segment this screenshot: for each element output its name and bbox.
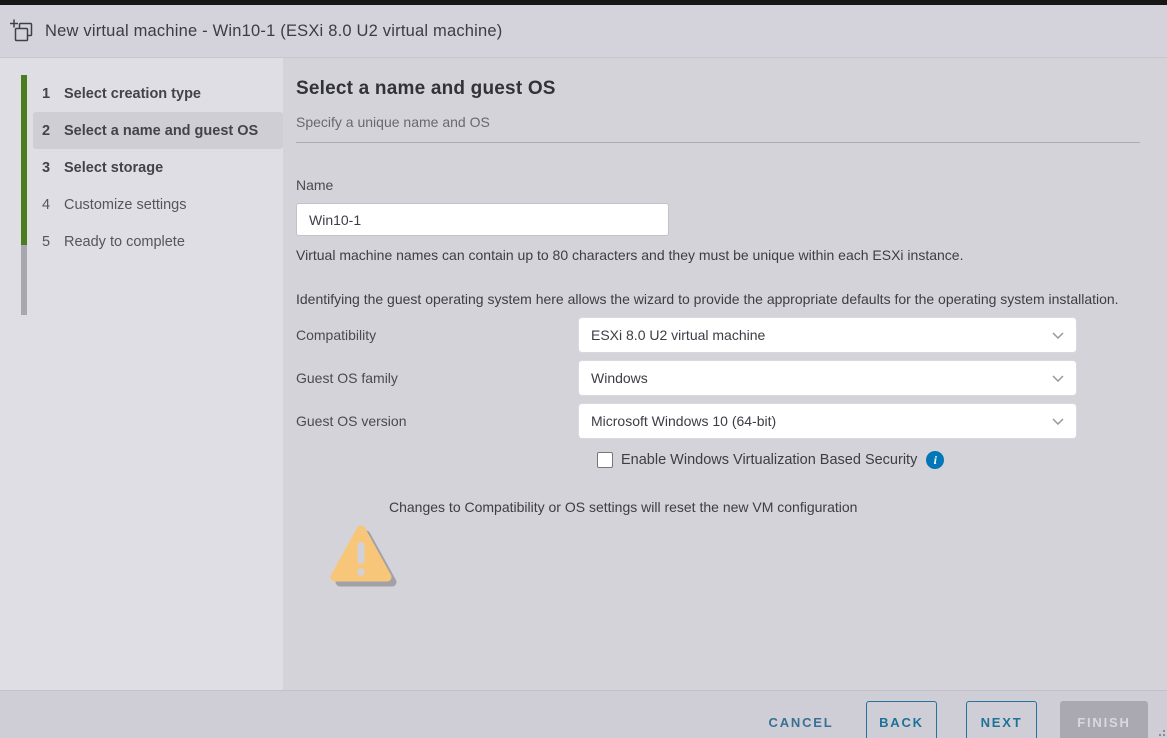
new-vm-icon bbox=[9, 19, 35, 43]
step-label: Select creation type bbox=[64, 86, 201, 102]
chevron-down-icon bbox=[1052, 332, 1064, 339]
step-label: Customize settings bbox=[64, 197, 187, 213]
compatibility-label: Compatibility bbox=[296, 327, 578, 343]
chevron-down-icon bbox=[1052, 375, 1064, 382]
guest-os-version-row: Guest OS version Microsoft Windows 10 (6… bbox=[296, 403, 1140, 439]
step-progress-track bbox=[21, 75, 27, 315]
page-subtitle: Specify a unique name and OS bbox=[296, 114, 1140, 130]
guest-os-version-label: Guest OS version bbox=[296, 413, 578, 429]
wizard-steps-sidebar: 1 Select creation type 2 Select a name a… bbox=[0, 58, 283, 690]
step-select-name-guest-os[interactable]: 2 Select a name and guest OS bbox=[33, 112, 283, 149]
compatibility-select[interactable]: ESXi 8.0 U2 virtual machine bbox=[578, 317, 1077, 353]
info-icon[interactable]: i bbox=[926, 451, 944, 469]
step-number: 4 bbox=[42, 197, 64, 213]
next-button[interactable]: NEXT bbox=[966, 701, 1037, 738]
finish-button: FINISH bbox=[1060, 701, 1148, 738]
compatibility-row: Compatibility ESXi 8.0 U2 virtual machin… bbox=[296, 317, 1140, 353]
chevron-down-icon bbox=[1052, 418, 1064, 425]
step-number: 2 bbox=[42, 123, 64, 139]
guest-os-family-value: Windows bbox=[591, 370, 1052, 386]
step-number: 1 bbox=[42, 86, 64, 102]
step-label: Ready to complete bbox=[64, 234, 185, 250]
guest-os-version-value: Microsoft Windows 10 (64-bit) bbox=[591, 413, 1052, 429]
vm-name-input[interactable] bbox=[296, 203, 669, 236]
guest-os-family-select[interactable]: Windows bbox=[578, 360, 1077, 396]
step-number: 5 bbox=[42, 234, 64, 250]
step-customize-settings: 4 Customize settings bbox=[33, 186, 283, 223]
step-select-creation-type[interactable]: 1 Select creation type bbox=[33, 75, 283, 112]
guest-os-family-row: Guest OS family Windows bbox=[296, 360, 1140, 396]
step-select-storage[interactable]: 3 Select storage bbox=[33, 149, 283, 186]
step-label: Select a name and guest OS bbox=[64, 123, 258, 139]
vbs-checkbox-row: Enable Windows Virtualization Based Secu… bbox=[597, 451, 1140, 469]
step-progress-fill bbox=[21, 75, 27, 245]
page-title: Select a name and guest OS bbox=[296, 78, 1140, 100]
guest-os-family-label: Guest OS family bbox=[296, 370, 578, 386]
step-number: 3 bbox=[42, 160, 64, 176]
back-button[interactable]: BACK bbox=[866, 701, 937, 738]
name-label: Name bbox=[296, 177, 1140, 193]
step-ready-to-complete: 5 Ready to complete bbox=[33, 223, 283, 260]
guest-os-description: Identifying the guest operating system h… bbox=[296, 289, 1126, 310]
cancel-button[interactable]: CANCEL bbox=[756, 701, 846, 738]
divider bbox=[296, 142, 1140, 143]
vbs-checkbox-label: Enable Windows Virtualization Based Secu… bbox=[621, 452, 917, 468]
warning-triangle-icon bbox=[330, 521, 400, 595]
wizard-header: New virtual machine - Win10-1 (ESXi 8.0 … bbox=[0, 5, 1167, 58]
step-label: Select storage bbox=[64, 160, 163, 176]
reset-warning-text: Changes to Compatibility or OS settings … bbox=[389, 499, 1140, 515]
vbs-checkbox[interactable] bbox=[597, 452, 613, 468]
guest-os-version-select[interactable]: Microsoft Windows 10 (64-bit) bbox=[578, 403, 1077, 439]
wizard-main-panel: Select a name and guest OS Specify a uni… bbox=[283, 58, 1167, 690]
wizard-footer: CANCEL BACK NEXT FINISH bbox=[0, 690, 1167, 738]
compatibility-value: ESXi 8.0 U2 virtual machine bbox=[591, 327, 1052, 343]
resize-grip[interactable] bbox=[1157, 728, 1165, 736]
wizard-title: New virtual machine - Win10-1 (ESXi 8.0 … bbox=[45, 22, 502, 41]
name-help-text: Virtual machine names can contain up to … bbox=[296, 247, 1140, 263]
